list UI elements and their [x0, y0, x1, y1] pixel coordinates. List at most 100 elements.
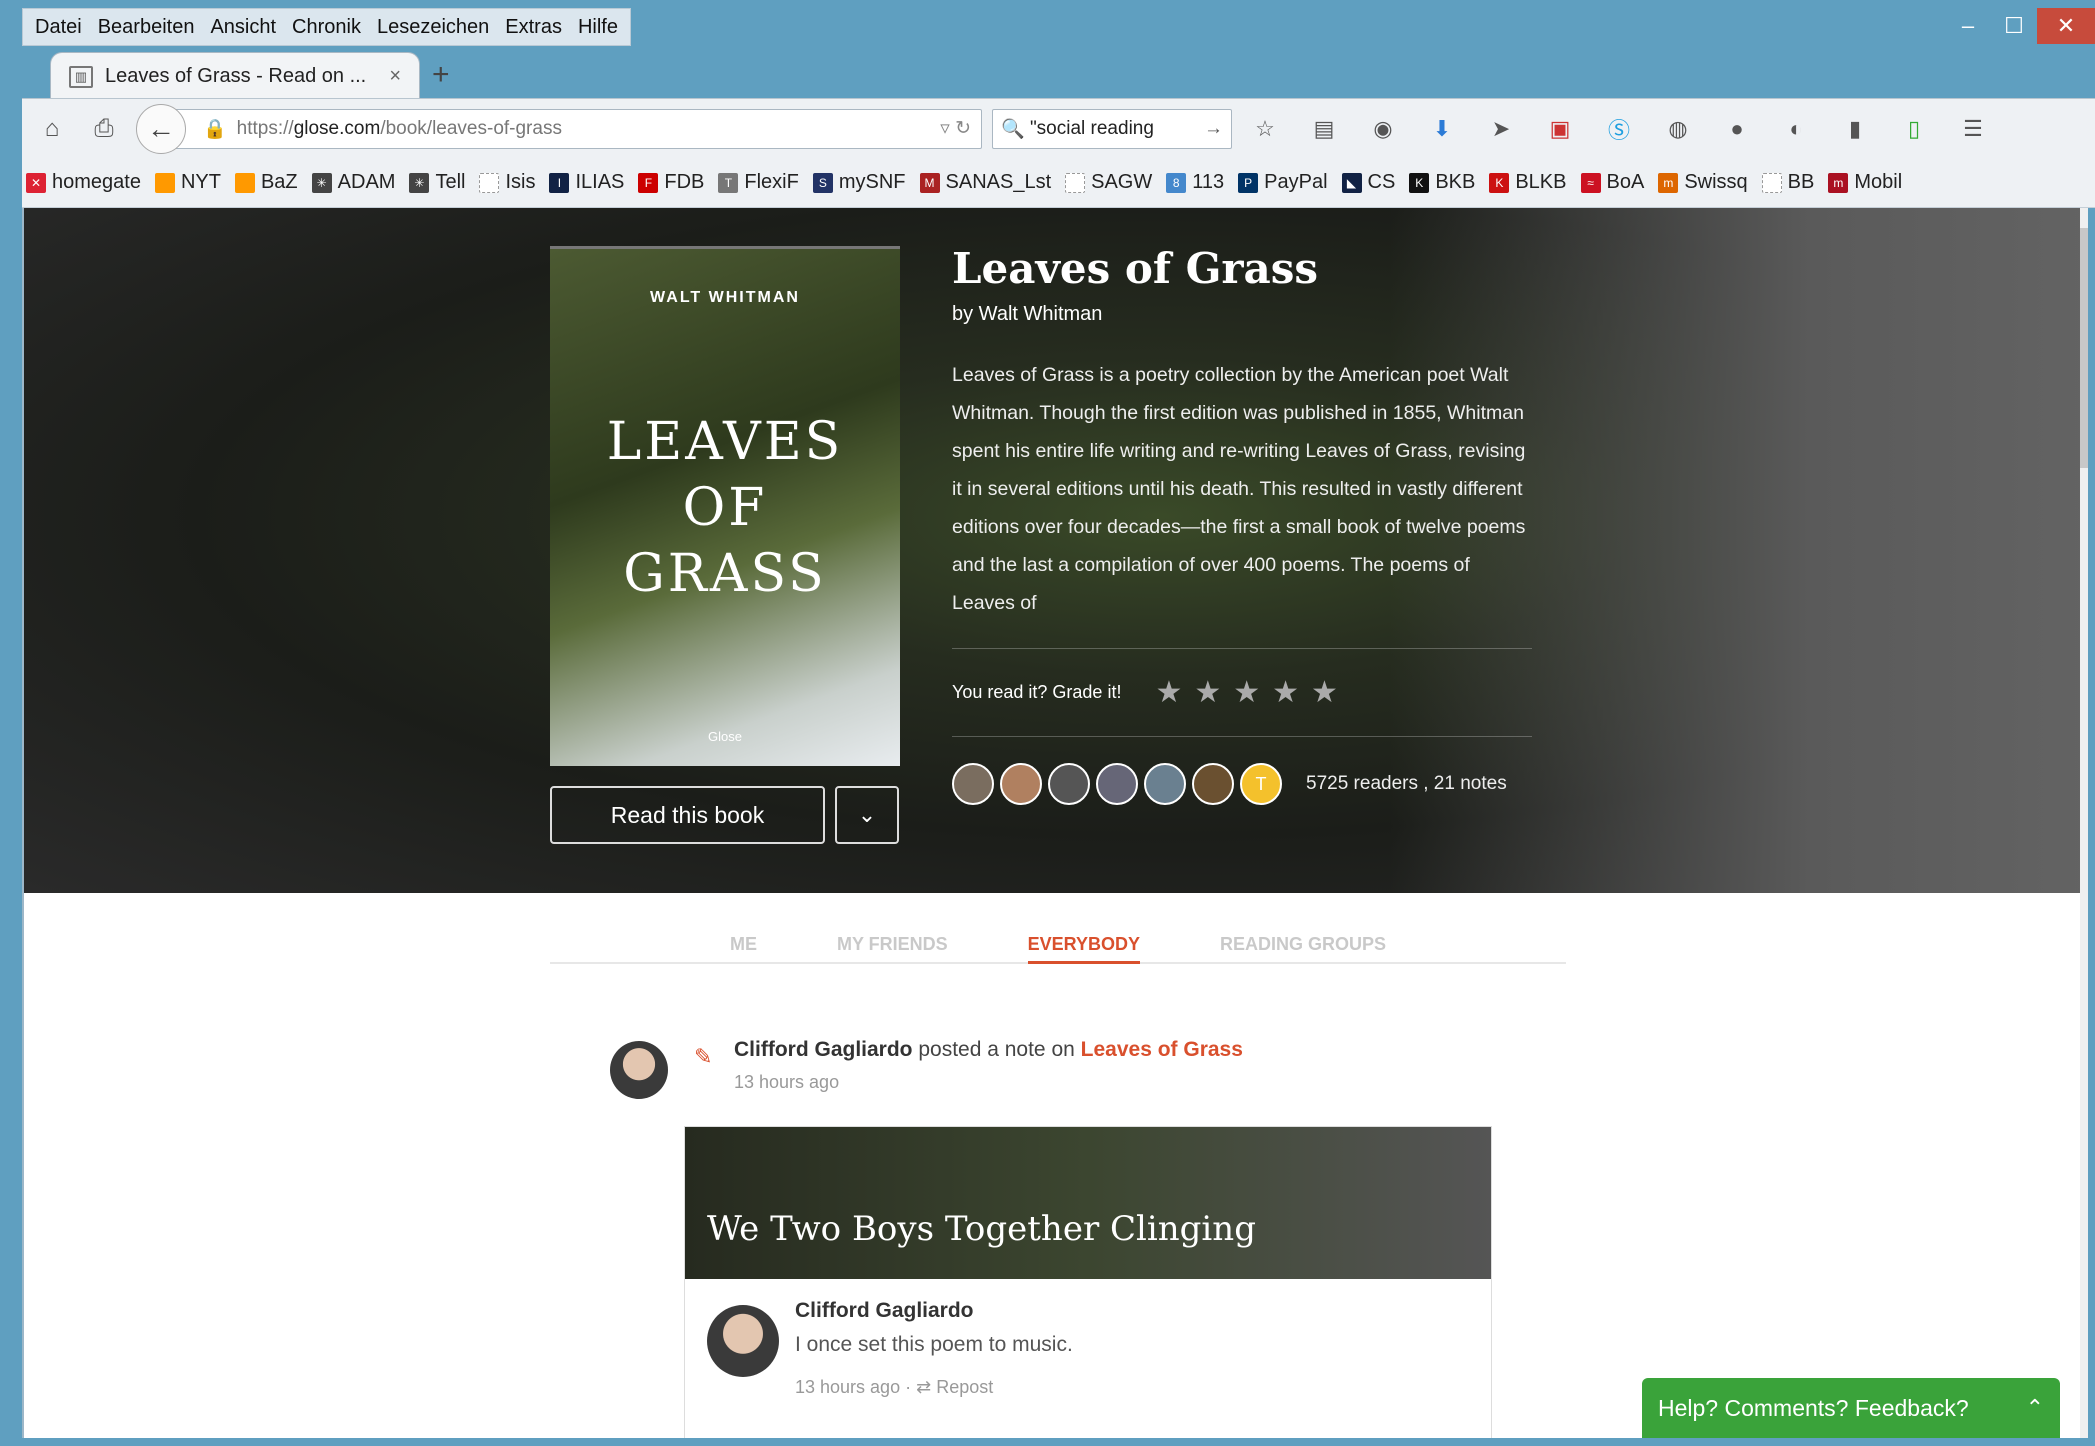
translate-icon[interactable]: ▣	[1541, 109, 1579, 149]
divider	[952, 736, 1532, 737]
blank-page-icon	[1761, 172, 1782, 193]
bookmark-mobil[interactable]: m Mobil	[1828, 171, 1902, 194]
bookmark-swissq[interactable]: m Swissq	[1658, 171, 1748, 194]
send-icon[interactable]: ➤	[1482, 109, 1520, 149]
menu-hilfe[interactable]: Hilfe	[578, 16, 618, 39]
ilias-icon: I	[549, 172, 570, 193]
note-card-header[interactable]: We Two Boys Together Clinging	[685, 1127, 1491, 1279]
bookmark-nyt[interactable]: NYT	[154, 171, 221, 194]
search-go-icon[interactable]: →	[1204, 118, 1223, 140]
bookmark-bb[interactable]: BB	[1761, 171, 1814, 194]
star-rating[interactable]: ★★★★★	[1155, 675, 1349, 710]
reload-icon[interactable]: ▿ ↻	[940, 117, 971, 140]
bookmark-ilias[interactable]: I ILIAS	[549, 171, 624, 194]
activity-tabs: ME MY FRIENDS EVERYBODY READING GROUPS	[550, 898, 1566, 964]
new-tab-button[interactable]: +	[432, 58, 450, 92]
book-info: Leaves of Grass by Walt Whitman Leaves o…	[952, 244, 1532, 805]
bookmark-fdb[interactable]: F FDB	[638, 171, 704, 194]
url-host: glose.com	[293, 117, 381, 139]
device-icon[interactable]: ▯	[1895, 109, 1933, 149]
bookmark-flexif[interactable]: T FlexiF	[718, 171, 799, 194]
print-icon[interactable]: ⎙	[82, 107, 126, 151]
bookmark-cs[interactable]: ◣ CS	[1341, 171, 1395, 194]
bookmark-adam[interactable]: ✳ ADAM	[311, 171, 395, 194]
avatar[interactable]	[707, 1305, 779, 1377]
clipboard-icon[interactable]: ▤	[1305, 109, 1343, 149]
bookmark-boa[interactable]: ≈ BoA	[1580, 171, 1644, 194]
avatar[interactable]: T	[1240, 763, 1282, 805]
note-user[interactable]: Clifford Gagliardo	[795, 1299, 1073, 1323]
avatar[interactable]	[952, 763, 994, 805]
download-icon[interactable]: ⬇	[1423, 109, 1461, 149]
menu-ansicht[interactable]: Ansicht	[210, 16, 276, 39]
feedback-widget[interactable]: Help? Comments? Feedback? ⌃	[1642, 1378, 2060, 1438]
extension-icon[interactable]: ◍	[1659, 109, 1697, 149]
tab-close-icon[interactable]: ×	[389, 65, 401, 88]
bookmark-isis[interactable]: Isis	[479, 171, 535, 194]
clipboard-ext-icon[interactable]: ▮	[1836, 109, 1874, 149]
menu-datei[interactable]: Datei	[35, 16, 82, 39]
bookmark-mysnf[interactable]: SmySNF	[812, 171, 906, 194]
avatar[interactable]	[1096, 763, 1138, 805]
bookmark-star-icon[interactable]: ☆	[1246, 109, 1284, 149]
mail-icon: M	[919, 172, 940, 193]
menu-bearbeiten[interactable]: Bearbeiten	[98, 16, 195, 39]
cover-publisher: Glose	[708, 729, 742, 744]
activity-target-link[interactable]: Leaves of Grass	[1081, 1038, 1243, 1061]
mobil-icon: m	[1828, 172, 1849, 193]
note-content: Clifford Gagliardo I once set this poem …	[795, 1299, 1073, 1398]
tab-me[interactable]: ME	[730, 898, 757, 964]
avatar[interactable]	[1000, 763, 1042, 805]
chevron-down-icon[interactable]: ⌄	[835, 786, 899, 844]
bookmark-blkb[interactable]: K BLKB	[1489, 171, 1567, 194]
book-cover[interactable]: WALT WHITMAN LEAVES OF GRASS Glose	[550, 246, 900, 766]
bookmark-paypal[interactable]: P PayPal	[1238, 171, 1328, 194]
bookmarks-toolbar: ✕ homegate NYT BaZ ✳ ADAM ✳ Tell Isis I ILIA…	[22, 158, 2095, 208]
rss-icon	[234, 172, 255, 193]
blank-page-icon	[479, 172, 500, 193]
repost-link[interactable]: Repost	[936, 1377, 993, 1397]
avatar[interactable]	[1192, 763, 1234, 805]
minimize-button[interactable]: –	[1945, 8, 1991, 44]
skype-icon[interactable]: Ⓢ	[1600, 109, 1638, 149]
read-book-button[interactable]: Read this book	[550, 786, 825, 844]
pocket-icon[interactable]: ◉	[1364, 109, 1402, 149]
note-card: We Two Boys Together Clinging Clifford G…	[684, 1126, 1492, 1438]
tab-reading-groups[interactable]: READING GROUPS	[1220, 898, 1386, 964]
activity-user[interactable]: Clifford Gagliardo	[734, 1038, 913, 1061]
chat-icon[interactable]: ●	[1718, 109, 1756, 149]
menu-chronik[interactable]: Chronik	[292, 16, 361, 39]
avatar[interactable]	[1144, 763, 1186, 805]
url-bar[interactable]: 🔒 https://glose.com/book/leaves-of-grass…	[172, 108, 982, 149]
search-input[interactable]: 🔍 "social reading →	[992, 108, 1232, 149]
avatar[interactable]	[610, 1041, 668, 1099]
readers-count: 5725 readers , 21 notes	[1306, 773, 1507, 794]
cs-icon: ◣	[1341, 172, 1362, 193]
bookmark-tell[interactable]: ✳ Tell	[409, 171, 465, 194]
maximize-button[interactable]: ☐	[1991, 8, 2037, 44]
bookmark-baz[interactable]: BaZ	[234, 171, 298, 194]
back-button[interactable]: ←	[136, 103, 186, 154]
close-window-button[interactable]: ✕	[2037, 8, 2095, 44]
avatar[interactable]	[1048, 763, 1090, 805]
bookmark-homegate[interactable]: ✕ homegate	[26, 171, 141, 194]
bookmark-sanas[interactable]: M SANAS_Lst	[919, 171, 1051, 194]
browser-tab[interactable]: ▥ Leaves of Grass - Read on ... ×	[50, 52, 420, 100]
puzzle-icon[interactable]: ◐	[1777, 109, 1815, 149]
menu-extras[interactable]: Extras	[505, 16, 562, 39]
fdb-icon: F	[638, 172, 659, 193]
scrollbar-thumb[interactable]	[2080, 228, 2088, 468]
bookmark-bkb[interactable]: K BKB	[1409, 171, 1475, 194]
book-title: Leaves of Grass	[952, 244, 1319, 293]
tab-my-friends[interactable]: MY FRIENDS	[837, 898, 948, 964]
scrollbar[interactable]	[2080, 208, 2088, 1438]
bookmark-sagw[interactable]: SAGW	[1065, 171, 1152, 194]
bookmark-113[interactable]: 8 113	[1166, 171, 1224, 194]
grade-label: You read it? Grade it!	[952, 682, 1122, 702]
home-icon[interactable]: ⌂	[30, 107, 74, 151]
poem-title: We Two Boys Together Clinging	[707, 1209, 1256, 1249]
menu-icon[interactable]: ☰	[1954, 109, 1992, 149]
tab-everybody[interactable]: EVERYBODY	[1027, 898, 1140, 964]
search-value: "social reading	[1029, 117, 1154, 139]
menu-lesezeichen[interactable]: Lesezeichen	[377, 16, 489, 39]
